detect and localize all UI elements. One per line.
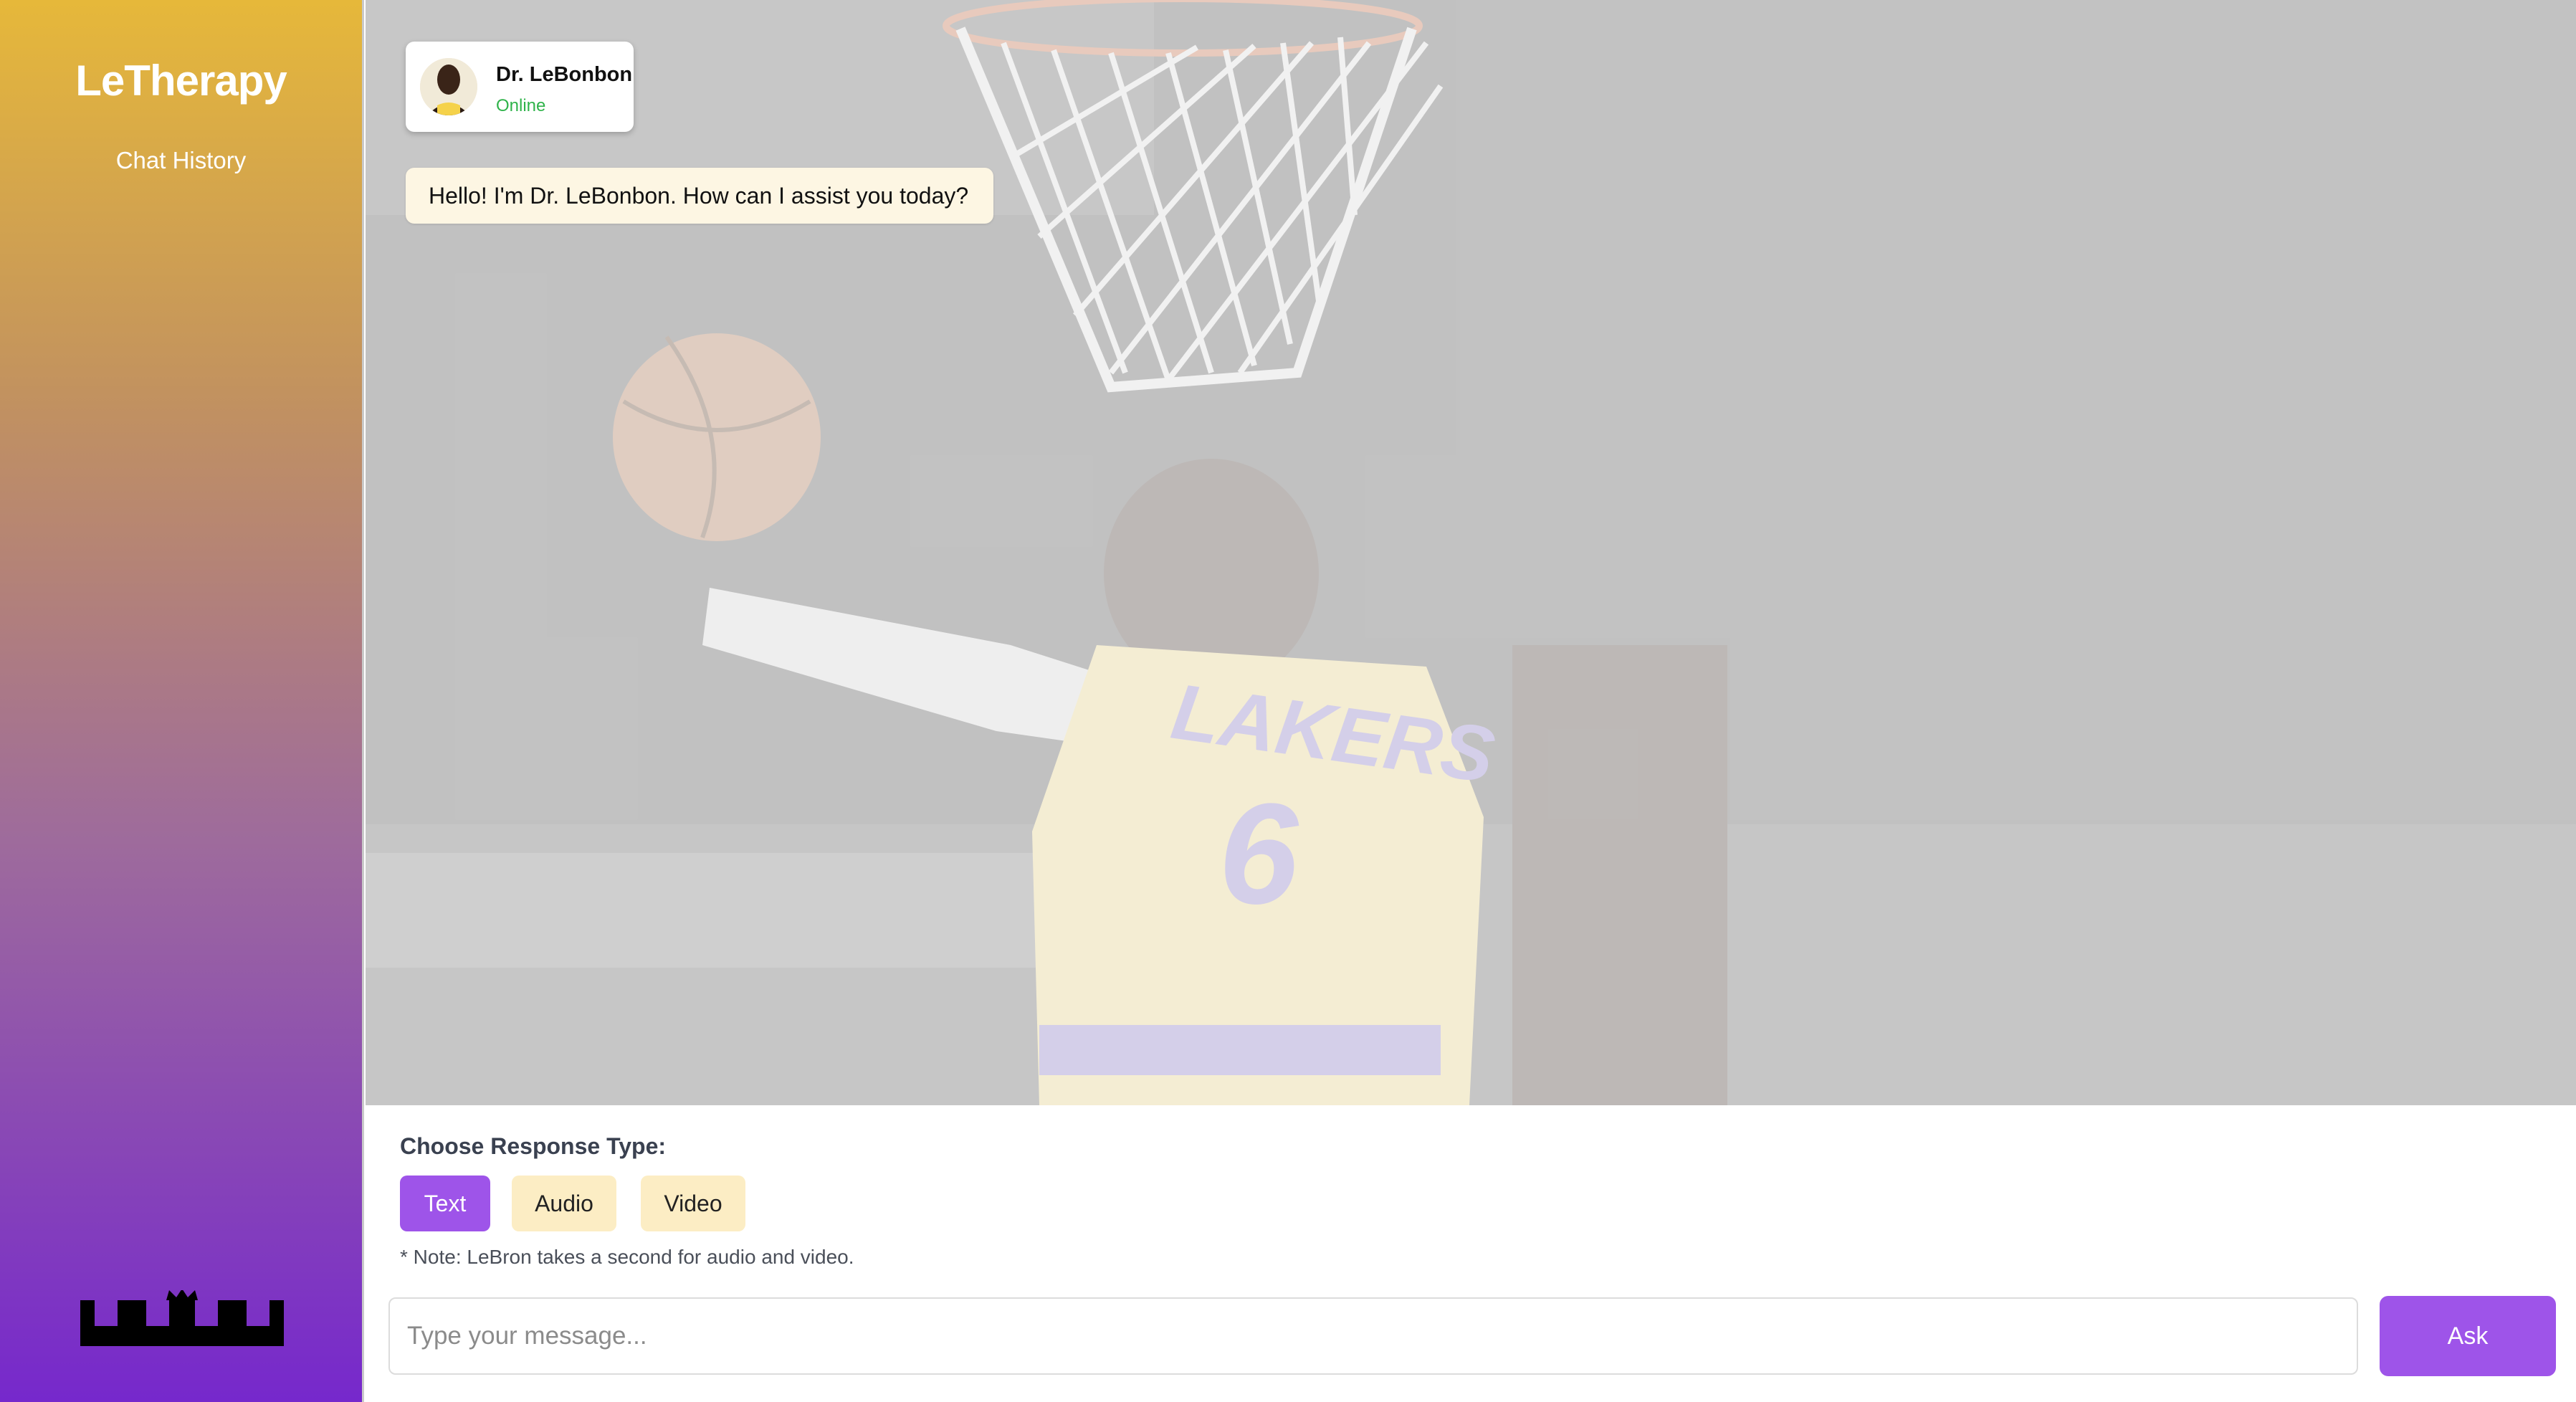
- bot-name: Dr. LeBonbon: [496, 63, 633, 86]
- message-input[interactable]: [388, 1297, 2358, 1375]
- chat-area: LAKERS 6 Dr. LeBonbon Online Hello! I'm …: [366, 0, 2576, 1105]
- avatar: [420, 58, 477, 115]
- bot-message-bubble: Hello! I'm Dr. LeBonbon. How can I assis…: [406, 168, 993, 224]
- online-status: Online: [496, 96, 546, 115]
- doctor-avatar-icon: [420, 58, 477, 115]
- ask-button[interactable]: Ask: [2380, 1296, 2556, 1376]
- response-type-heading: Choose Response Type:: [400, 1133, 667, 1159]
- response-note: * Note: LeBron takes a second for audio …: [400, 1246, 854, 1268]
- input-panel: Choose Response Type: Text Audio Video *…: [366, 1105, 2576, 1402]
- response-type-text-button[interactable]: Text: [400, 1176, 490, 1231]
- background-overlay: [366, 0, 2576, 1105]
- chat-history-link[interactable]: Chat History: [0, 147, 362, 174]
- response-type-video-button[interactable]: Video: [641, 1176, 745, 1231]
- app-title: LeTherapy: [75, 57, 287, 105]
- crown-logo-icon: [80, 1290, 284, 1346]
- sidebar: LeTherapy Chat History: [0, 0, 364, 1402]
- bot-profile-card: Dr. LeBonbon Online: [406, 42, 634, 132]
- response-type-audio-button[interactable]: Audio: [512, 1176, 616, 1231]
